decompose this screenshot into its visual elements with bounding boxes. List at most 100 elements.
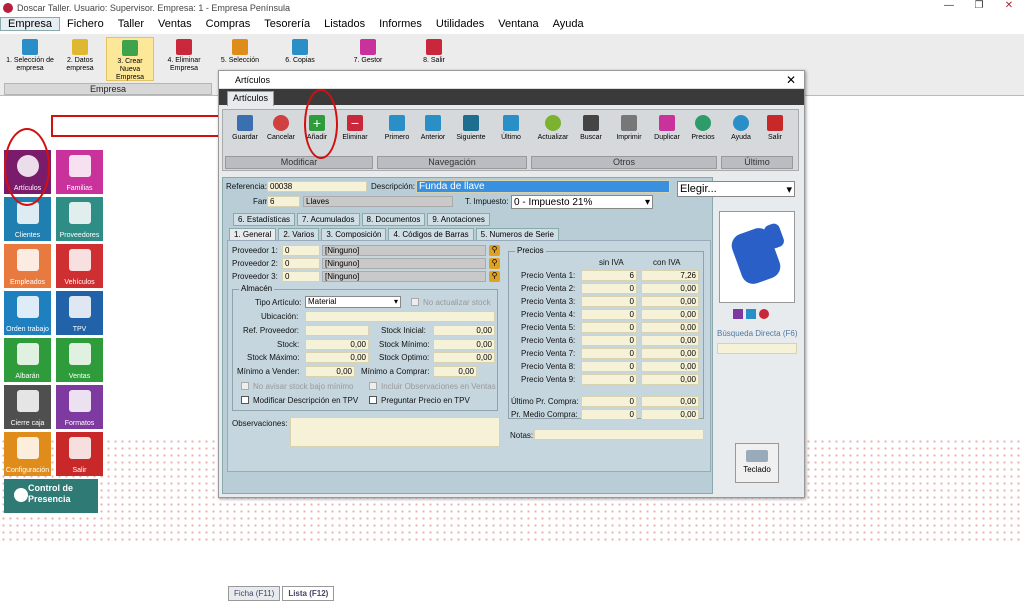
preguntar-precio-checkbox[interactable] <box>369 396 377 404</box>
precios-button[interactable]: Precios <box>685 112 721 154</box>
proveedor1-label: Proveedor 1: <box>232 246 278 255</box>
tipo-articulo-select[interactable]: Material ▾ <box>305 296 401 308</box>
no-avisar-checkbox[interactable] <box>241 382 249 390</box>
chevron-down-icon: ▾ <box>786 184 792 196</box>
observaciones-field[interactable] <box>290 417 500 447</box>
precio-venta-con[interactable]: 0,00 <box>641 361 699 372</box>
descripcion-label: Descripción: <box>371 182 416 191</box>
proveedor2-label: Proveedor 2: <box>232 259 278 268</box>
busqueda-directa-field[interactable] <box>717 343 797 354</box>
annotation-circle-anadir <box>304 89 338 159</box>
stock-label: Stock: <box>277 340 300 349</box>
dialog-titlebar: Artículos ✕ <box>219 71 804 89</box>
precio-venta-sin[interactable]: 0 <box>581 348 637 359</box>
precio-venta-sin[interactable]: 6 <box>581 270 637 281</box>
anterior-button[interactable]: Anterior <box>415 112 451 154</box>
incluir-obs-label: Incluir Observaciones en Ventas <box>381 382 496 391</box>
precio-venta-label: Precio Venta 4: <box>521 310 576 319</box>
ref-proveedor-label: Ref. Proveedor: <box>243 326 300 335</box>
search-icon[interactable]: ⚲ <box>489 271 500 282</box>
elegir-select[interactable]: Elegir... ▾ <box>677 181 795 197</box>
proveedor3-code[interactable]: 0 <box>282 271 320 282</box>
tab-articulos[interactable]: Artículos <box>227 91 275 106</box>
ayuda-button[interactable]: Ayuda <box>723 112 759 154</box>
ubicacion-field[interactable] <box>305 311 495 322</box>
tab-anotaciones[interactable]: 9. Anotaciones <box>427 213 490 226</box>
stock-maximo-field[interactable]: 0,00 <box>305 352 369 363</box>
stock-optimo-field[interactable]: 0,00 <box>433 352 495 363</box>
eliminar-button[interactable]: − Eliminar <box>337 112 373 154</box>
precio-venta-sin[interactable]: 0 <box>581 309 637 320</box>
almacen-legend: Almacén <box>239 284 275 293</box>
precio-venta-con[interactable]: 0,00 <box>641 374 699 385</box>
stock-field[interactable]: 0,00 <box>305 339 369 350</box>
group-otros: Otros <box>531 156 717 169</box>
medio-compra-con[interactable]: 0,00 <box>641 409 699 420</box>
proveedor2-code[interactable]: 0 <box>282 258 320 269</box>
image-edit-icon[interactable] <box>733 309 743 319</box>
duplicar-button[interactable]: Duplicar <box>649 112 685 154</box>
descripcion-field[interactable]: Funda de llave <box>416 180 670 193</box>
stock-inicial-field[interactable]: 0,00 <box>433 325 495 336</box>
notas-field[interactable] <box>534 429 704 440</box>
guardar-button[interactable]: Guardar <box>227 112 263 154</box>
search-icon[interactable]: ⚲ <box>489 245 500 256</box>
precio-venta-con[interactable]: 0,00 <box>641 322 699 333</box>
chevron-down-icon: ▾ <box>393 297 398 306</box>
no-actualizar-checkbox[interactable] <box>411 298 419 306</box>
cancelar-button[interactable]: Cancelar <box>263 112 299 154</box>
buscar-button[interactable]: Buscar <box>573 112 609 154</box>
modificar-desc-checkbox[interactable] <box>241 396 249 404</box>
precio-venta-sin[interactable]: 0 <box>581 335 637 346</box>
tab-lista[interactable]: Lista (F12) <box>282 586 335 601</box>
precio-venta-con[interactable]: 0,00 <box>641 296 699 307</box>
keyboard-icon <box>746 450 768 462</box>
salir-button[interactable]: Salir <box>757 112 793 154</box>
precio-venta-con[interactable]: 0,00 <box>641 309 699 320</box>
tab-ficha[interactable]: Ficha (F11) <box>228 586 281 601</box>
stock-minimo-field[interactable]: 0,00 <box>433 339 495 350</box>
min-comprar-label: Mínimo a Comprar: <box>361 367 430 376</box>
tab-documentos[interactable]: 8. Documentos <box>361 213 426 226</box>
top-tabs: 6. Estadísticas 7. Acumulados 8. Documen… <box>233 213 492 226</box>
medio-compra-sin[interactable]: 0 <box>581 409 637 420</box>
tab-estadisticas[interactable]: 6. Estadísticas <box>233 213 296 226</box>
precio-venta-con[interactable]: 7,26 <box>641 270 699 281</box>
tipo-articulo-label: Tipo Artículo: <box>255 298 302 307</box>
referencia-field[interactable]: 00038 <box>267 181 367 192</box>
precio-venta-sin[interactable]: 0 <box>581 296 637 307</box>
proveedor1-name: [Ninguno] <box>322 245 486 256</box>
min-comprar-field[interactable]: 0,00 <box>433 366 477 377</box>
almacen-fieldset: Almacén Tipo Artículo: Material ▾ No actu… <box>232 284 498 411</box>
precio-venta-sin[interactable]: 0 <box>581 283 637 294</box>
binoculars-icon <box>583 115 599 131</box>
image-delete-icon[interactable] <box>759 309 769 319</box>
primero-button[interactable]: Primero <box>379 112 415 154</box>
ref-proveedor-field[interactable] <box>305 325 369 336</box>
min-vender-field[interactable]: 0,00 <box>305 366 355 377</box>
tab-acumulados[interactable]: 7. Acumulados <box>297 213 360 226</box>
impuesto-select[interactable]: 0 - Impuesto 21% ▾ <box>511 195 653 209</box>
precio-venta-con[interactable]: 0,00 <box>641 335 699 346</box>
precio-venta-con[interactable]: 0,00 <box>641 283 699 294</box>
ultimo-compra-con[interactable]: 0,00 <box>641 396 699 407</box>
precio-venta-con[interactable]: 0,00 <box>641 348 699 359</box>
precio-venta-sin[interactable]: 0 <box>581 374 637 385</box>
precio-venta-sin[interactable]: 0 <box>581 322 637 333</box>
stock-maximo-label: Stock Máximo: <box>247 353 300 362</box>
incluir-obs-checkbox[interactable] <box>369 382 377 390</box>
precio-venta-sin[interactable]: 0 <box>581 361 637 372</box>
dialog-close-button[interactable]: ✕ <box>786 73 796 87</box>
image-view-icon[interactable] <box>746 309 756 319</box>
imprimir-button[interactable]: Imprimir <box>611 112 647 154</box>
actualizar-button[interactable]: Actualizar <box>535 112 571 154</box>
refresh-icon <box>545 115 561 131</box>
siguiente-button[interactable]: Siguiente <box>453 112 489 154</box>
proveedor1-code[interactable]: 0 <box>282 245 320 256</box>
ultimo-compra-sin[interactable]: 0 <box>581 396 637 407</box>
familia-code-field[interactable]: 6 <box>267 196 300 207</box>
ultimo-button[interactable]: Último <box>493 112 529 154</box>
search-icon[interactable]: ⚲ <box>489 258 500 269</box>
teclado-button[interactable]: Teclado <box>735 443 779 483</box>
precio-venta-label: Precio Venta 3: <box>521 297 576 306</box>
